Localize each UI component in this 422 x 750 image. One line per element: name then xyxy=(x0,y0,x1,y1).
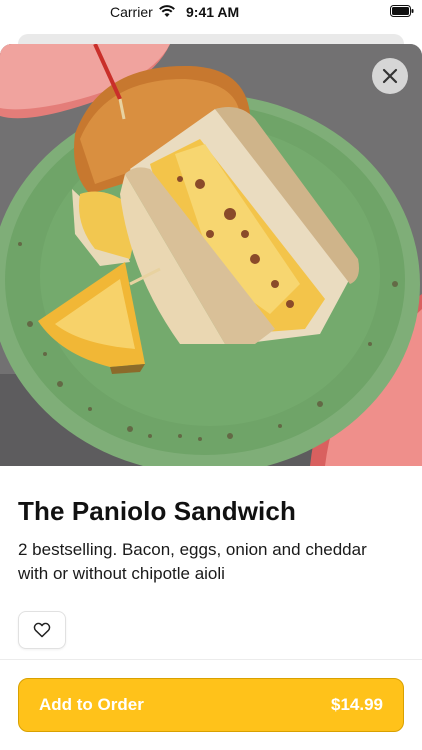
add-to-order-button[interactable]: Add to Order $14.99 xyxy=(18,678,404,732)
item-price: $14.99 xyxy=(331,695,383,714)
item-image xyxy=(0,44,422,466)
status-bar: Carrier 9:41 AM xyxy=(0,0,422,26)
sandwich-photo xyxy=(0,44,422,466)
heart-icon xyxy=(33,622,51,638)
add-to-order-label: Add to Order xyxy=(39,695,144,714)
item-title: The Paniolo Sandwich xyxy=(18,496,296,526)
wifi-icon xyxy=(159,5,175,17)
item-description: 2 bestselling. Bacon, eggs, onion and ch… xyxy=(18,540,367,583)
divider xyxy=(0,659,422,660)
carrier-label: Carrier xyxy=(110,4,153,20)
favorite-button[interactable] xyxy=(18,611,66,649)
close-icon xyxy=(382,68,398,84)
battery-icon xyxy=(390,5,414,17)
item-detail-sheet: The Paniolo Sandwich 2 bestselling. Baco… xyxy=(0,44,422,750)
clock: 9:41 AM xyxy=(186,4,240,20)
close-button[interactable] xyxy=(372,58,408,94)
